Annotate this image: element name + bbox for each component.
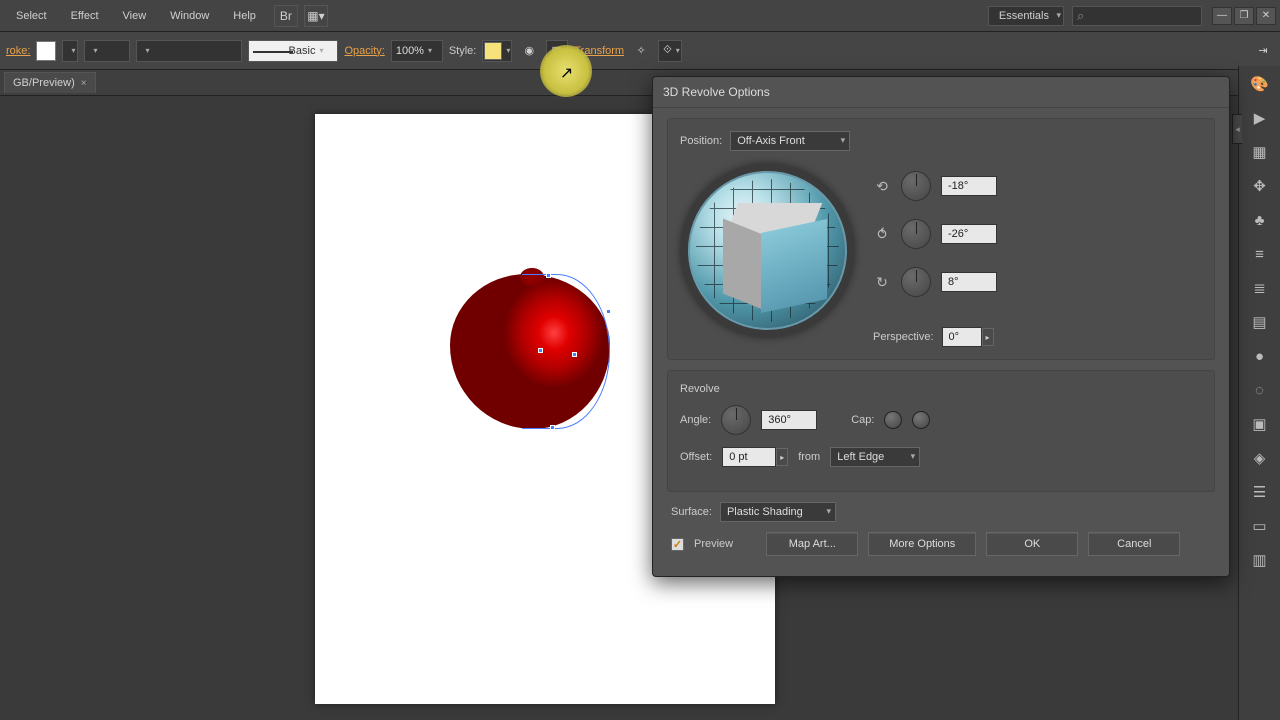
transparency-panel-icon[interactable]: ● [1247,344,1273,368]
dialog-title: 3D Revolve Options [653,77,1229,108]
align-panel-icon[interactable]: ☰ [1247,480,1273,504]
position-label: Position: [680,135,722,147]
style-label: Style: [449,45,477,57]
cap-on[interactable] [884,411,902,429]
stroke-panel-icon[interactable]: ≡ [1247,242,1273,266]
symbols-panel-icon[interactable]: ♣ [1247,208,1273,232]
rotation-trackball[interactable] [680,163,855,338]
opacity-label: Opacity: [344,45,384,57]
bridge-icon[interactable]: Br [274,5,298,27]
from-label: from [798,451,820,463]
stroke-swatch[interactable] [36,41,56,61]
surface-label: Surface: [671,506,712,518]
preview-checkbox[interactable]: ✓ [671,538,684,551]
surface-select[interactable]: Plastic Shading [720,502,836,522]
dock-expand[interactable]: ◂ [1232,114,1242,144]
style-swatch-icon [484,42,502,60]
brush-definition[interactable]: Basic [248,40,338,62]
right-dock: ◂ 🎨 ▶ ▦ ✥ ♣ ≡ ≣ ▤ ● ◌ ▣ ◈ ☰ ▭ ▥ [1238,66,1280,720]
transform-link[interactable]: Transform [574,45,624,57]
from-select[interactable]: Left Edge [830,447,920,467]
menu-bar: Select Effect View Window Help Br ▦▾ Ess… [0,0,1280,32]
appearance-panel-icon[interactable]: ◌ [1247,378,1273,402]
toolbar-flyout-icon[interactable]: ⇥ [1252,40,1274,62]
angle-dial[interactable] [721,405,751,435]
isolate-icon[interactable]: ✧ [630,40,652,62]
transform-dropdown[interactable]: ⟐ [658,40,682,62]
style-dropdown[interactable] [482,40,512,62]
position-select[interactable]: Off-Axis Front [730,131,850,151]
rot-y-input[interactable] [941,224,997,244]
stroke-weight-drop[interactable] [62,40,78,62]
map-art-button[interactable]: Map Art... [766,532,858,556]
menu-view[interactable]: View [111,2,159,30]
rot-z-input[interactable] [941,272,997,292]
revolve-title: Revolve [680,383,1202,395]
cursor-panel-icon[interactable]: ▶ [1247,106,1273,130]
stroke-label: roke: [6,45,30,57]
cancel-button[interactable]: Cancel [1088,532,1180,556]
rot-x-dial[interactable] [901,171,931,201]
offset-label: Offset: [680,451,712,463]
brushes-panel-icon[interactable]: ✥ [1247,174,1273,198]
angle-label: Angle: [680,414,711,426]
apple-object[interactable] [450,274,610,429]
revolve-dialog: 3D Revolve Options Position: Off-Axis Fr… [652,76,1230,577]
menu-select[interactable]: Select [4,2,59,30]
gradient-panel-icon[interactable]: ▤ [1247,310,1273,334]
rot-z-icon: ↻ [873,273,891,291]
tab-close-icon[interactable]: × [81,78,87,89]
maximize-button[interactable]: ❐ [1234,7,1254,25]
arrange-icon[interactable]: ▦▾ [304,5,328,27]
layers-panel-icon[interactable]: ◈ [1247,446,1273,470]
document-tab[interactable]: GB/Preview) × [4,72,96,93]
rot-y-dial[interactable] [901,219,931,249]
color-panel-icon[interactable]: 🎨 [1247,72,1273,96]
position-panel: Position: Off-Axis Front ⟲ [667,118,1215,360]
perspective-stepper[interactable]: ▸ [982,328,994,346]
align-dropdown[interactable]: ▦ [546,40,568,62]
more-options-button[interactable]: More Options [868,532,976,556]
menu-effect[interactable]: Effect [59,2,111,30]
transform-panel-icon[interactable]: ▭ [1247,514,1273,538]
opacity-value[interactable]: 100% [391,40,443,62]
stroke-weight[interactable] [84,40,130,62]
angle-input[interactable] [761,410,817,430]
close-button[interactable]: ✕ [1256,7,1276,25]
selection-outline [522,274,610,429]
search-input[interactable] [1072,6,1202,26]
paragraph-panel-icon[interactable]: ≣ [1247,276,1273,300]
stroke-profile[interactable] [136,40,242,62]
document-tab-label: GB/Preview) [13,77,75,89]
perspective-input[interactable] [942,327,982,347]
pathfinder-panel-icon[interactable]: ▥ [1247,548,1273,572]
swatches-panel-icon[interactable]: ▦ [1247,140,1273,164]
menu-help[interactable]: Help [221,2,268,30]
revolve-panel: Revolve Angle: Cap: Offset: ▸ from Left … [667,370,1215,492]
rot-y-icon: ⥀ [873,225,891,243]
rot-x-input[interactable] [941,176,997,196]
minimize-button[interactable]: — [1212,7,1232,25]
workspace-selector[interactable]: Essentials [988,6,1064,26]
offset-input[interactable] [722,447,776,467]
offset-stepper[interactable]: ▸ [776,448,788,466]
perspective-label: Perspective: [873,331,934,343]
ok-button[interactable]: OK [986,532,1078,556]
cap-label: Cap: [851,414,874,426]
graphic-styles-panel-icon[interactable]: ▣ [1247,412,1273,436]
cap-off[interactable] [912,411,930,429]
rot-z-dial[interactable] [901,267,931,297]
recolor-icon[interactable]: ◉ [518,40,540,62]
rot-x-icon: ⟲ [873,177,891,195]
cube-preview [723,203,823,313]
menu-window[interactable]: Window [158,2,221,30]
preview-label: Preview [694,538,733,550]
control-toolbar: roke: Basic Opacity: 100% Style: ◉ ▦ Tra… [0,32,1280,70]
